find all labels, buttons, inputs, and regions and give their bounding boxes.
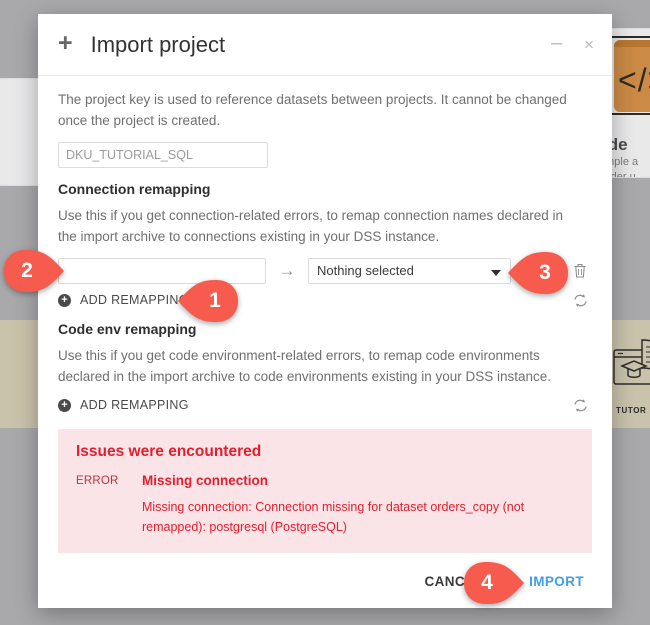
trash-icon[interactable] (568, 263, 592, 279)
project-key-description: The project key is used to reference dat… (58, 92, 567, 128)
plus-circle-icon: + (58, 293, 71, 307)
code-env-add-remapping-row: + ADD REMAPPING (58, 398, 592, 413)
plus-icon: + (58, 29, 73, 57)
annotation-marker-3-number: 3 (539, 261, 551, 284)
annotation-marker-2-number: 2 (21, 259, 33, 282)
annotation-marker-3: 3 (508, 250, 570, 296)
issues-panel: Issues were encountered ERROR Missing co… (58, 428, 592, 553)
code-env-remapping-title: Code env remapping (58, 320, 197, 337)
connection-target-select[interactable]: Nothing selected (308, 257, 511, 284)
annotation-marker-1-number: 1 (209, 289, 221, 312)
issue-heading: Missing connection (142, 472, 269, 488)
dialog-title: Import project (90, 31, 226, 57)
dialog-body: The project key is used to reference dat… (38, 76, 612, 554)
import-button[interactable]: IMPORT (523, 573, 590, 590)
issue-content: Missing connection Missing connection: C… (142, 473, 574, 537)
issues-title: Issues were encountered (76, 442, 262, 460)
issue-level-badge: ERROR (76, 474, 119, 487)
connection-remapping-title: Connection remapping (58, 180, 211, 197)
code-glyph: </> (618, 62, 650, 98)
code-env-add-remapping-button[interactable]: ADD REMAPPING (80, 398, 189, 412)
plus-circle-icon: + (58, 398, 71, 412)
bg-tutorial-label-right: TUTOR (616, 406, 647, 415)
import-project-dialog: + Import project – × The project key is … (38, 14, 612, 608)
annotation-marker-4: 4 (462, 560, 524, 606)
bg-reference-card: mentation erence main d rfaces a (0, 78, 40, 186)
issue-row: ERROR Missing connection Missing connect… (76, 473, 574, 537)
annotation-marker-2: 2 (2, 248, 64, 294)
book-graduation-cap-icon (0, 340, 6, 392)
window-document-graduation-cap-icon (613, 339, 650, 385)
chevron-down-icon (491, 269, 501, 276)
code-env-refresh-icon[interactable] (573, 398, 592, 413)
dialog-header: + Import project – × (38, 14, 612, 76)
code-env-remapping-description: Use this if you get code environment-rel… (58, 347, 552, 384)
annotation-marker-1: 1 (178, 278, 240, 324)
bg-tutorial-card-left: TORIAL (0, 320, 40, 428)
connection-remapping-description: Use this if you get connection-related e… (58, 207, 564, 244)
minimize-icon[interactable]: – (551, 33, 562, 53)
project-key-input[interactable] (58, 141, 268, 168)
connection-add-remapping-button[interactable]: ADD REMAPPING (80, 293, 189, 307)
dialog-footer: CANCEL IMPORT (38, 554, 612, 608)
close-icon[interactable]: × (584, 36, 594, 53)
connection-target-value: Nothing selected (317, 263, 414, 279)
connection-refresh-icon[interactable] (573, 293, 592, 308)
issue-detail: Missing connection: Connection missing f… (142, 499, 525, 534)
arrow-right-icon: → (278, 260, 296, 280)
annotation-marker-4-number: 4 (481, 571, 493, 594)
screenshot-root: mentation erence main d rfaces a TORIAL … (0, 0, 650, 625)
